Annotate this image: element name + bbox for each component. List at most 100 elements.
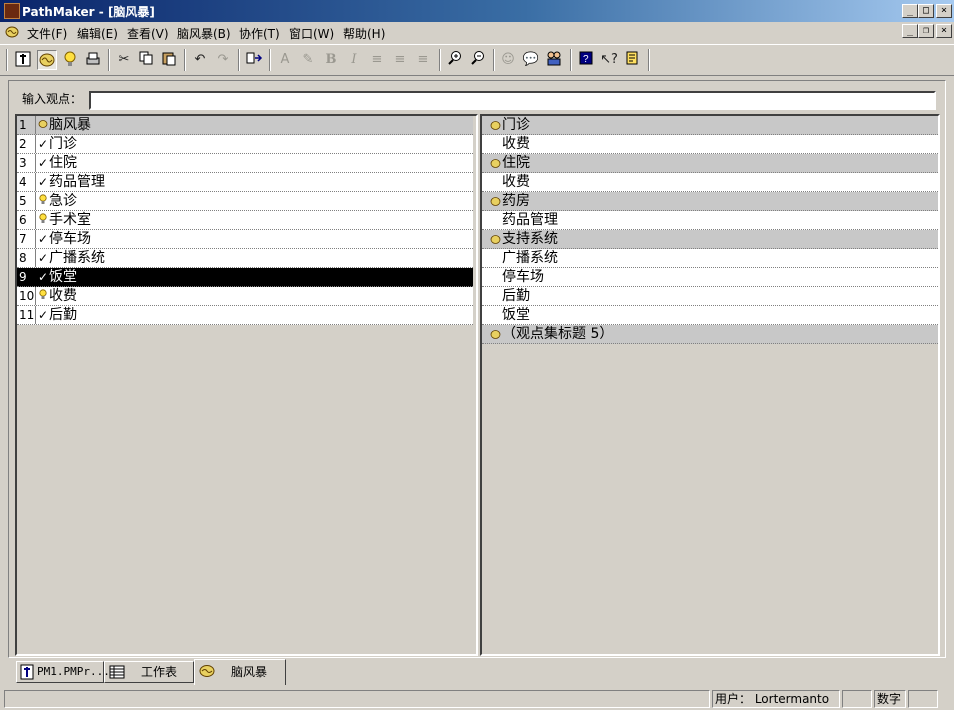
brainstorm-icon[interactable] [4, 24, 20, 40]
menu-file[interactable]: 文件(F) [27, 25, 67, 42]
brainstorm-icon [490, 197, 501, 206]
idea-bulb-icon[interactable] [60, 50, 80, 70]
format-icon[interactable] [245, 50, 265, 70]
document-tabs: PM1.PMPr... 工作表 脑风暴 [8, 658, 946, 686]
close-button[interactable]: × [936, 4, 952, 18]
title-bar: PathMaker - [脑风暴] _ □ × [0, 0, 954, 22]
group-title: （观点集标题 5） [502, 326, 614, 342]
whats-this-icon[interactable]: ↖? [599, 50, 619, 70]
tab-worksheet[interactable]: 工作表 [104, 661, 194, 683]
group-item[interactable]: 广播系统 [482, 249, 938, 268]
bulb-icon [37, 287, 49, 305]
smiley-icon[interactable]: ☺ [498, 50, 518, 70]
zoom-in-icon[interactable] [445, 50, 465, 70]
group-header[interactable]: 药房 [482, 192, 938, 211]
group-item[interactable]: 后勤 [482, 287, 938, 306]
list-row[interactable]: 3 ✓ 住院 [17, 154, 473, 173]
highlight-icon[interactable]: ✎ [298, 50, 318, 70]
row-number: 11 [19, 306, 36, 324]
menu-bar: 文件(F) 编辑(E) 查看(V) 脑风暴(B) 协作(T) 窗口(W) 帮助(… [0, 22, 954, 42]
tab-brainstorm[interactable]: 脑风暴 [194, 659, 286, 685]
undo-icon[interactable]: ↶ [190, 50, 210, 70]
align-left-icon[interactable]: ≡ [367, 50, 387, 70]
row-text: 停车场 [49, 231, 91, 247]
notes-icon[interactable] [622, 50, 642, 70]
align-center-icon[interactable]: ≡ [390, 50, 410, 70]
group-item[interactable]: 药品管理 [482, 211, 938, 230]
group-item-text: 收费 [502, 136, 530, 152]
brainstorm-icon [490, 159, 501, 168]
menu-help[interactable]: 帮助(H) [343, 25, 385, 42]
list-row[interactable]: 1 脑风暴 [17, 116, 473, 135]
menu-brainstorm[interactable]: 脑风暴(B) [177, 25, 231, 42]
idea-groups-pane[interactable]: 门诊 收费 住院 收费 药房 药品管理 支持系统 广播系统 停车场 后勤 饭堂 … [480, 114, 940, 656]
group-header[interactable]: （观点集标题 5） [482, 325, 938, 344]
brainstorm-icon [37, 116, 49, 134]
idea-input[interactable] [89, 91, 936, 110]
row-number: 9 [17, 268, 36, 286]
menu-view[interactable]: 查看(V) [127, 25, 169, 42]
brainstorm-icon [199, 665, 215, 677]
print-icon[interactable] [83, 50, 103, 70]
tab-label: PM1.PMPr... [37, 665, 110, 678]
redo-icon[interactable]: ↷ [213, 50, 233, 70]
pathmaker-doc-icon [20, 664, 34, 680]
list-row[interactable]: 6 手术室 [17, 211, 473, 230]
pathmaker-icon[interactable] [13, 50, 33, 70]
row-text: 广播系统 [49, 250, 105, 266]
bold-icon[interactable]: B [321, 50, 341, 70]
paste-icon[interactable] [159, 50, 179, 70]
group-item[interactable]: 收费 [482, 173, 938, 192]
maximize-button[interactable]: □ [918, 4, 934, 18]
list-row[interactable]: 7 ✓ 停车场 [17, 230, 473, 249]
status-message [4, 690, 710, 708]
mdi-restore-button[interactable]: ❐ [918, 24, 934, 38]
cut-icon[interactable]: ✂ [114, 50, 134, 70]
help-book-icon[interactable]: ? [576, 50, 596, 70]
group-header[interactable]: 支持系统 [482, 230, 938, 249]
menu-collaborate[interactable]: 协作(T) [239, 25, 280, 42]
copy-icon[interactable] [136, 50, 156, 70]
comment-icon[interactable]: 💬 [521, 50, 541, 70]
row-text: 后勤 [49, 307, 77, 323]
row-number: 4 [17, 173, 36, 191]
group-item[interactable]: 饭堂 [482, 306, 938, 325]
align-right-icon[interactable]: ≡ [413, 50, 433, 70]
list-row[interactable]: 10 收费 [17, 287, 473, 306]
zoom-out-icon[interactable] [468, 50, 488, 70]
list-row[interactable]: 2 ✓ 门诊 [17, 135, 473, 154]
tab-pm1[interactable]: PM1.PMPr... [16, 661, 110, 683]
people-icon[interactable] [544, 50, 564, 70]
mdi-minimize-button[interactable]: _ [902, 24, 918, 38]
menu-edit[interactable]: 编辑(E) [77, 25, 118, 42]
brainstorm-icon [490, 121, 501, 130]
list-row[interactable]: 5 急诊 [17, 192, 473, 211]
list-row[interactable]: 8 ✓ 广播系统 [17, 249, 473, 268]
minimize-button[interactable]: _ [902, 4, 918, 18]
row-text: 药品管理 [49, 174, 105, 190]
status-indicator [908, 690, 938, 708]
row-text: 饭堂 [49, 269, 77, 285]
group-item[interactable]: 停车场 [482, 268, 938, 287]
status-indicator [842, 690, 872, 708]
italic-icon[interactable]: I [344, 50, 364, 70]
brainstorm-icon[interactable] [37, 50, 57, 70]
list-row-selected[interactable]: 9 ✓ 饭堂 [17, 268, 473, 287]
app-icon[interactable] [4, 3, 20, 19]
list-row[interactable]: 4 ✓ 药品管理 [17, 173, 473, 192]
group-item[interactable]: 收费 [482, 135, 938, 154]
group-header[interactable]: 住院 [482, 154, 938, 173]
group-title: 支持系统 [502, 231, 558, 247]
group-title: 住院 [502, 155, 530, 171]
idea-list-pane[interactable]: 1 脑风暴 2 ✓ 门诊 3 ✓ 住院 4 ✓ 药品管理 5 急诊 6 手术室 … [15, 114, 478, 656]
menu-window[interactable]: 窗口(W) [289, 25, 334, 42]
mdi-close-button[interactable]: × [936, 24, 952, 38]
svg-text:?: ? [583, 54, 589, 65]
row-number: 3 [17, 154, 36, 172]
list-row[interactable]: 11 ✓ 后勤 [17, 306, 473, 325]
check-icon: ✓ [37, 232, 49, 246]
group-title: 门诊 [502, 117, 530, 133]
font-color-icon[interactable]: A [275, 50, 295, 70]
group-header[interactable]: 门诊 [482, 116, 938, 135]
bulb-icon [37, 192, 49, 210]
